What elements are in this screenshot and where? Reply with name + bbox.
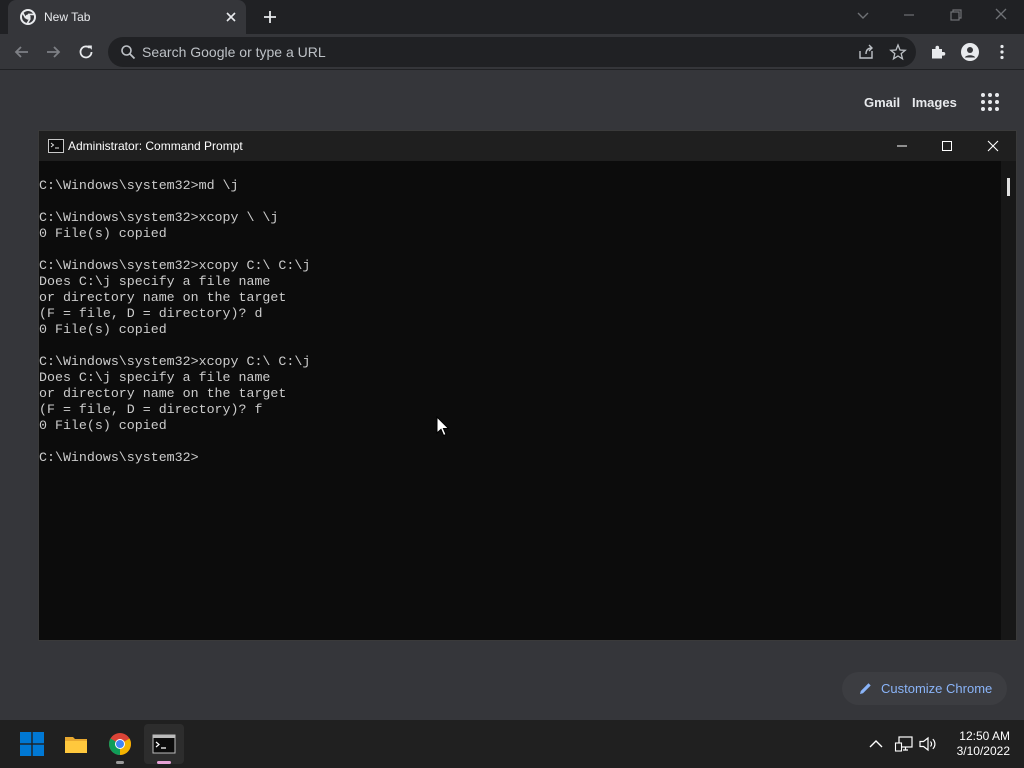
chrome-menu-icon[interactable] [992,42,1012,62]
cmd-maximize-icon[interactable] [937,136,957,156]
omnibox-input[interactable] [142,37,842,67]
console-line: Does C:\j specify a file name [39,274,271,289]
command-prompt-window[interactable]: Administrator: Command Prompt C:\Windows… [38,130,1017,641]
google-apps-grid-icon[interactable] [980,92,1000,112]
cmd-scrollbar-thumb[interactable] [1007,178,1010,196]
console-output[interactable]: C:\Windows\system32>md \j C:\Windows\syst… [39,178,999,466]
console-line: (F = file, D = directory)? d [39,306,263,321]
tray-chevron-up-icon[interactable] [866,734,886,754]
console-line: 0 File(s) copied [39,418,167,433]
search-icon [121,45,136,60]
taskbar [0,720,1024,768]
reload-icon[interactable] [76,42,96,62]
command-prompt-icon [152,734,176,754]
cmd-title-text: Administrator: Command Prompt [68,139,243,153]
customize-chrome-button[interactable]: Customize Chrome [842,672,1007,705]
browser-toolbar [0,34,1024,70]
console-line: or directory name on the target [39,386,287,401]
gmail-link[interactable]: Gmail [864,95,900,110]
tab-search-chevron-icon[interactable] [851,5,875,25]
start-button[interactable] [12,724,52,764]
cmd-title-bar[interactable]: Administrator: Command Prompt [39,131,1016,161]
command-prompt-taskbar-button[interactable] [144,724,184,764]
share-icon[interactable] [857,43,875,61]
cmd-minimize-icon[interactable] [892,136,912,156]
cmd-close-icon[interactable] [983,136,1003,156]
tab-new-tab[interactable]: New Tab [8,0,246,34]
tab-close-icon[interactable] [222,8,240,26]
console-line: C:\Windows\system32>xcopy C:\ C:\j [39,354,311,369]
chrome-favicon-icon [20,9,36,25]
command-prompt-active-indicator [157,761,171,764]
cmd-scrollbar[interactable] [1001,161,1016,640]
new-tab-plus-icon[interactable] [260,7,280,27]
minimize-icon[interactable] [897,5,921,25]
network-icon[interactable] [894,734,914,754]
tab-title: New Tab [44,10,91,24]
console-line: 0 File(s) copied [39,322,167,337]
command-prompt-window-icon [48,139,64,153]
forward-arrow-icon[interactable] [43,42,63,62]
pencil-icon [860,683,871,694]
console-line: C:\Windows\system32>md \j [39,178,239,193]
customize-chrome-label: Customize Chrome [881,681,993,696]
chrome-running-indicator [116,761,124,764]
console-line: C:\Windows\system32>xcopy C:\ C:\j [39,258,311,273]
console-line: 0 File(s) copied [39,226,167,241]
volume-icon[interactable] [918,734,938,754]
mouse-cursor-icon [436,416,450,437]
start-icon [20,732,44,756]
console-line: (F = file, D = directory)? f [39,402,263,417]
images-link[interactable]: Images [912,95,957,110]
clock-date: 3/10/2022 [956,744,1010,758]
extensions-puzzle-icon[interactable] [928,42,948,62]
restore-icon[interactable] [943,5,967,25]
chrome-icon [109,733,131,755]
file-explorer-icon [65,737,87,753]
taskbar-clock[interactable]: 12:50 AM 3/10/2022 [940,729,1010,759]
tab-strip: New Tab [0,0,1024,34]
back-arrow-icon[interactable] [12,42,32,62]
console-line: C:\Windows\system32> [39,450,199,465]
file-explorer-button[interactable] [56,724,96,764]
profile-avatar-icon[interactable] [960,42,980,62]
chrome-taskbar-button[interactable] [100,724,140,764]
console-line: Does C:\j specify a file name [39,370,271,385]
clock-time: 12:50 AM [959,729,1010,743]
close-window-icon[interactable] [989,5,1013,25]
bookmark-star-icon[interactable] [889,43,907,61]
console-line: or directory name on the target [39,290,287,305]
console-line: C:\Windows\system32>xcopy \ \j [39,210,279,225]
omnibox[interactable] [108,37,916,67]
